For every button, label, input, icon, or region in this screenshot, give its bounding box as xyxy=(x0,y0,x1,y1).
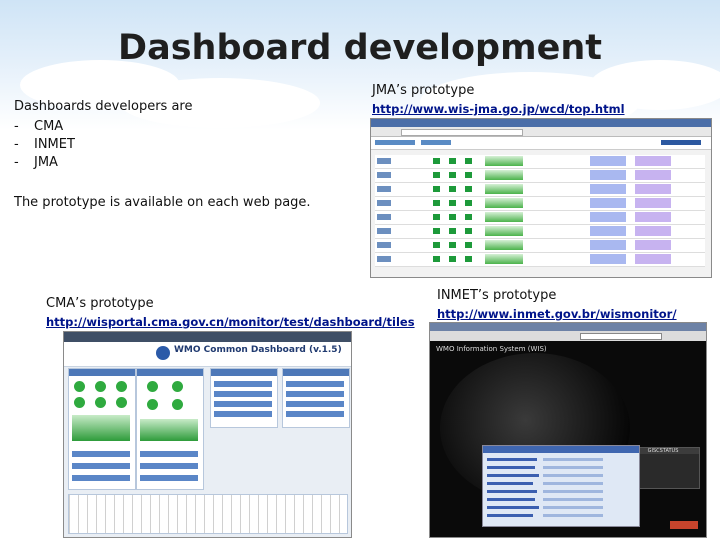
cma-dashboard-title: WMO Common Dashboard (v.1.5) xyxy=(174,345,342,355)
centre-info-popup xyxy=(482,445,640,527)
inmet-url-link[interactable]: http://www.inmet.gov.br/wismonitor/ xyxy=(437,307,677,321)
cma-screenshot: WMO Common Dashboard (v.1.5) xyxy=(63,331,352,538)
jma-url-text[interactable]: http://www.wis-jma.go.jp/wcd/top.html xyxy=(372,102,625,116)
developer-item: CMA xyxy=(14,118,75,136)
cma-banner: WMO Common Dashboard (v.1.5) xyxy=(64,342,351,367)
inmet-app-title: WMO Information System (WIS) xyxy=(436,345,547,353)
gisc-panel xyxy=(136,368,204,490)
table-row xyxy=(375,183,705,197)
inmet-url-text[interactable]: http://www.inmet.gov.br/wismonitor/ xyxy=(437,307,677,321)
jma-screenshot xyxy=(370,118,712,278)
table-row xyxy=(375,169,705,183)
window-titlebar xyxy=(371,119,711,127)
wmo-logo-icon xyxy=(156,346,170,360)
slide-title: Dashboard development xyxy=(118,28,602,68)
table-row xyxy=(375,239,705,253)
gisc-panel xyxy=(68,368,136,490)
gisc-panel xyxy=(282,368,350,428)
cma-timeline xyxy=(68,494,348,534)
cma-url-link[interactable]: http://wisportal.cma.gov.cn/monitor/test… xyxy=(46,315,415,329)
jma-label: JMA’s prototype xyxy=(372,83,475,98)
table-row xyxy=(375,225,705,239)
availability-note: The prototype is available on each web p… xyxy=(14,195,311,210)
close-button[interactable] xyxy=(670,521,698,529)
table-row xyxy=(375,155,705,169)
cma-url-text[interactable]: http://wisportal.cma.gov.cn/monitor/test… xyxy=(46,315,415,329)
gisc-panel xyxy=(210,368,278,428)
inmet-label: INMET’s prototype xyxy=(437,288,557,303)
table-row xyxy=(375,211,705,225)
cma-label: CMA’s prototype xyxy=(46,296,154,311)
table-row xyxy=(375,197,705,211)
developer-item: JMA xyxy=(14,154,75,172)
browser-toolbar xyxy=(64,332,351,342)
address-bar xyxy=(430,331,706,341)
table-row xyxy=(375,253,705,267)
jma-status-table xyxy=(375,155,705,267)
developers-list: CMA INMET JMA xyxy=(14,118,75,172)
jma-url-link[interactable]: http://www.wis-jma.go.jp/wcd/top.html xyxy=(372,102,625,116)
developers-heading: Dashboards developers are xyxy=(14,99,193,114)
window-titlebar xyxy=(430,323,706,331)
address-bar xyxy=(371,127,711,137)
inmet-screenshot: WMO Information System (WIS) GISCSTATUS xyxy=(429,322,707,538)
jma-header xyxy=(371,137,711,150)
developer-item: INMET xyxy=(14,136,75,154)
